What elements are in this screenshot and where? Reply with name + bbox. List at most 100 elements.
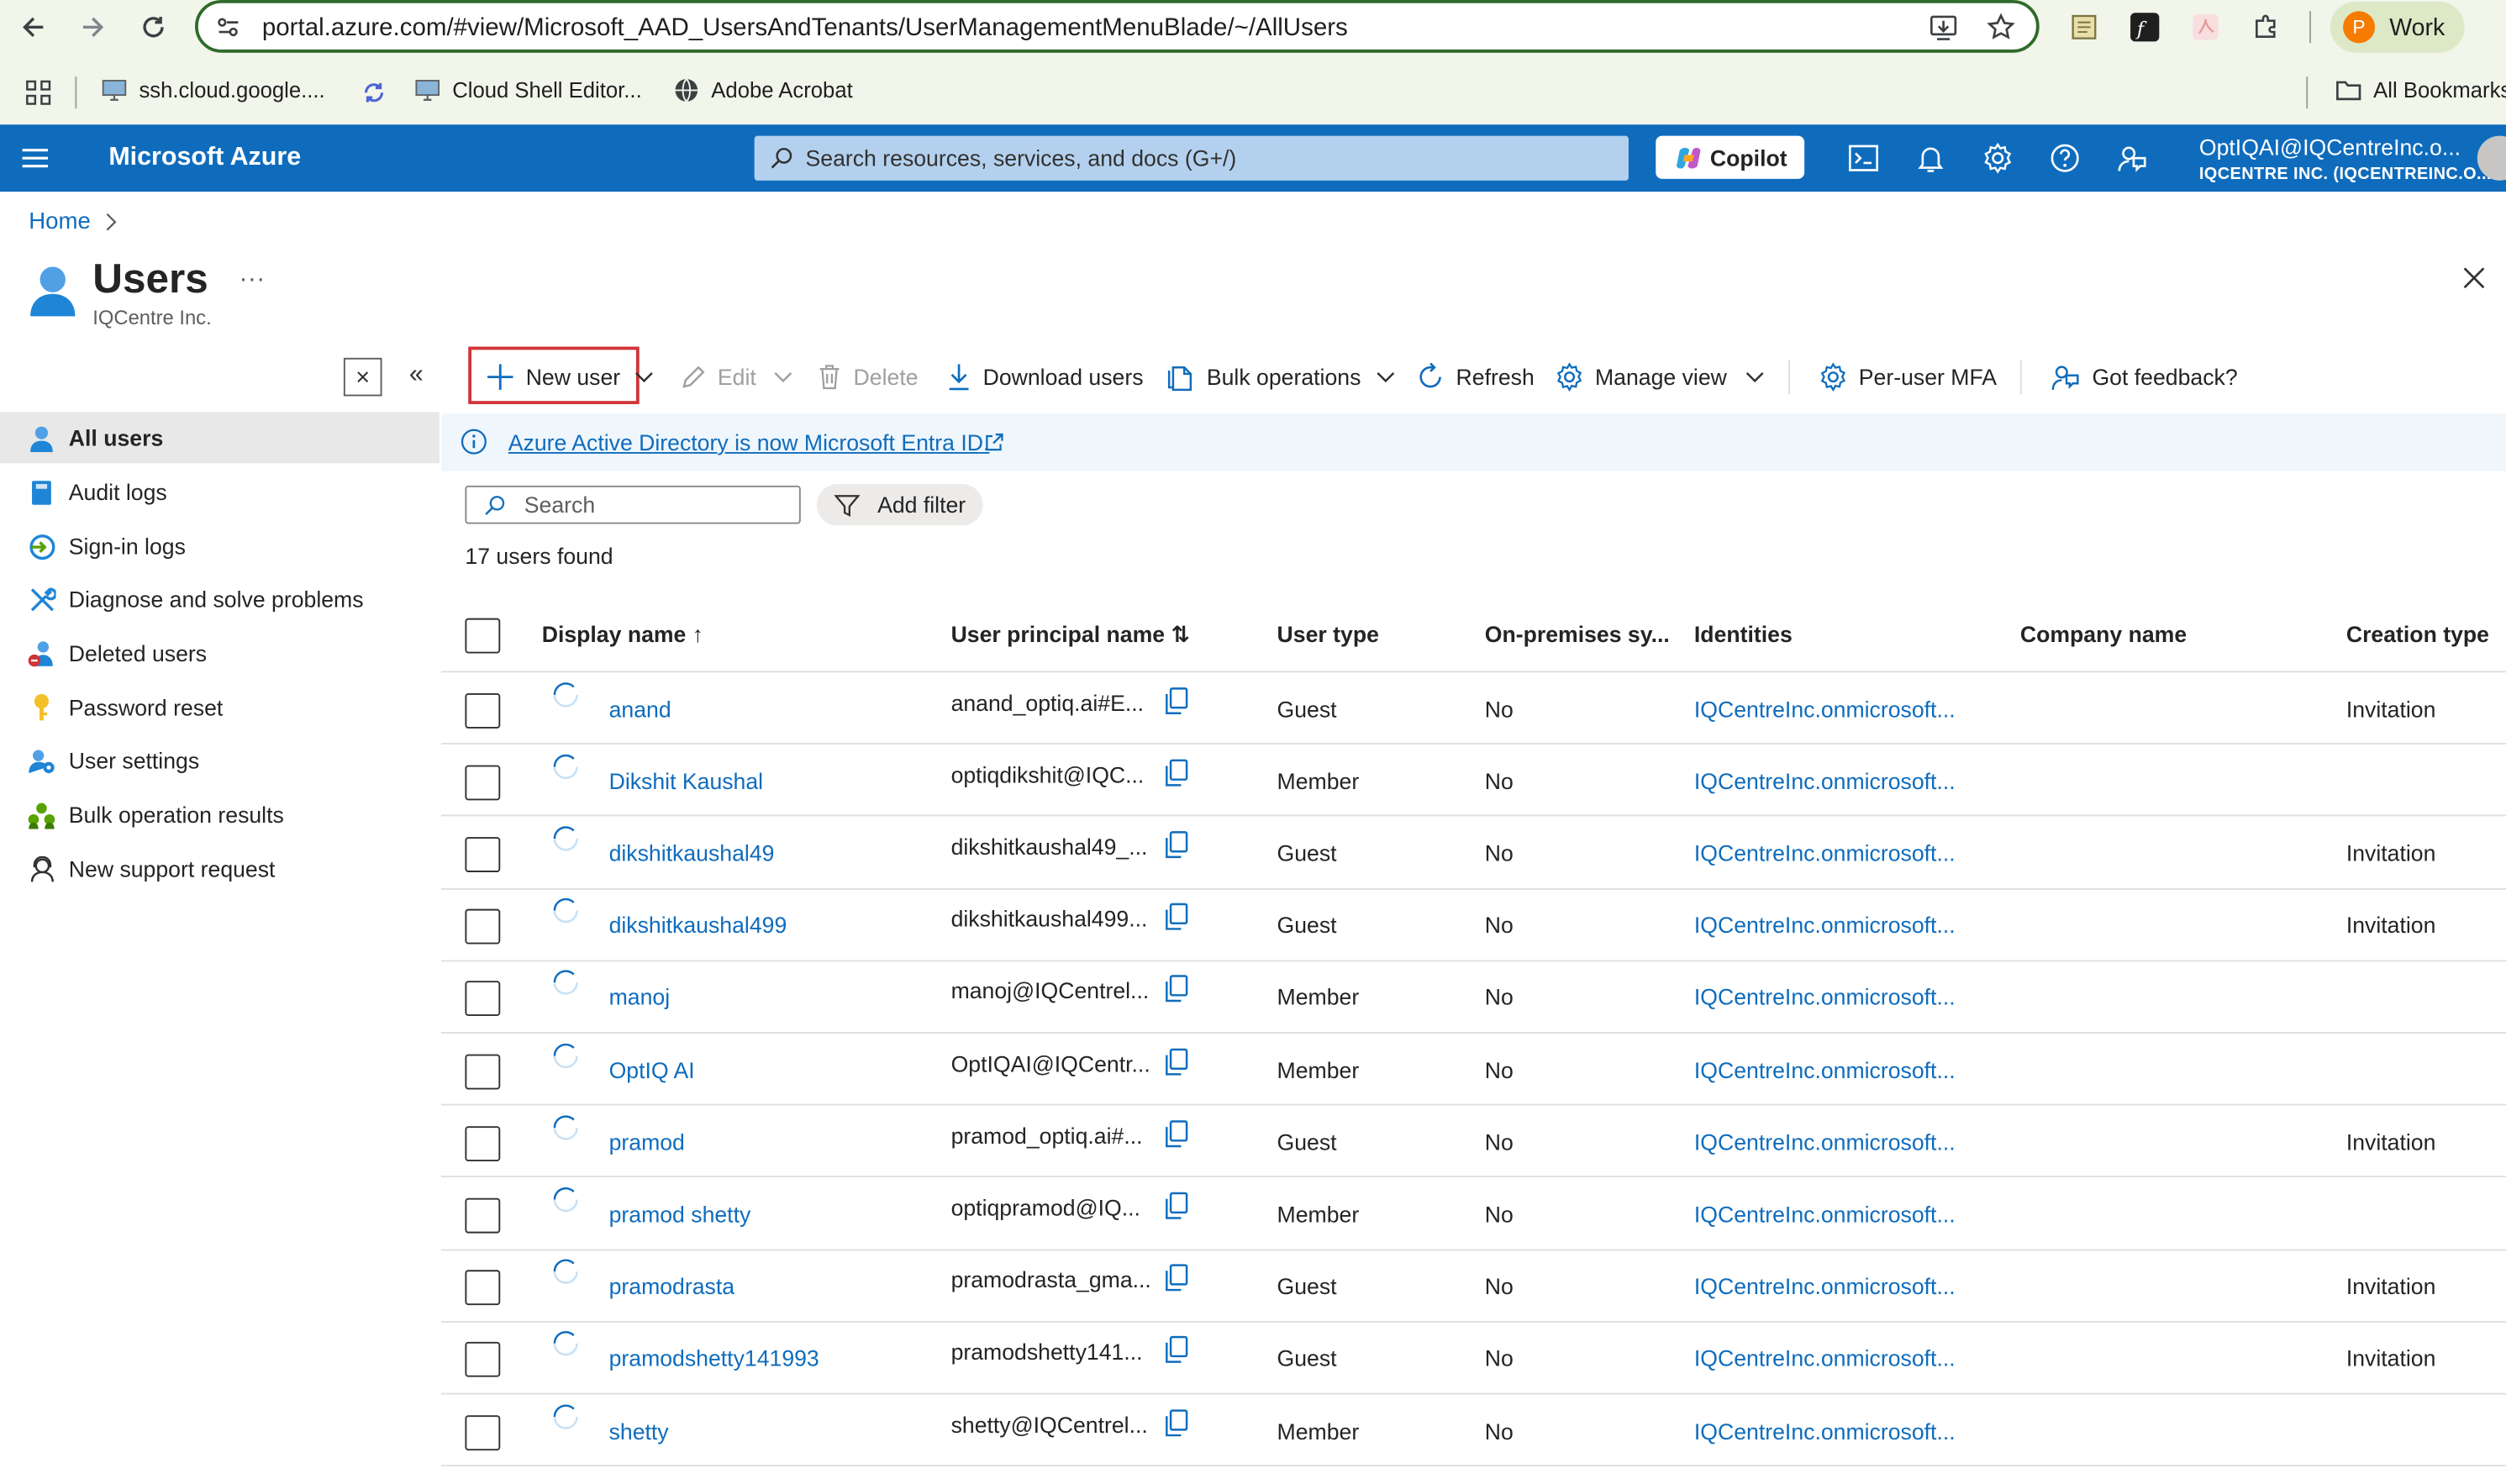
copy-icon[interactable] [1164, 831, 1189, 860]
user-display-name-link[interactable]: pramod shetty [609, 1202, 751, 1227]
bookmark-refresh-icon[interactable] [361, 80, 387, 105]
row-checkbox[interactable] [465, 1342, 501, 1378]
all-bookmarks-button[interactable]: All Bookmarks [2335, 76, 2506, 103]
feedback-person-icon[interactable] [2116, 142, 2148, 174]
refresh-button[interactable]: Refresh [1416, 361, 1535, 393]
entra-id-link[interactable]: Azure Active Directory is now Microsoft … [508, 429, 990, 455]
column-user-type[interactable]: User type [1277, 621, 1379, 646]
column-on-premises-sync[interactable]: On-premises sy... [1485, 621, 1670, 646]
got-feedback-button[interactable]: Got feedback? [2051, 361, 2238, 393]
profile-button[interactable]: P Work [2330, 1, 2465, 53]
user-display-name-link[interactable]: dikshitkaushal49 [609, 840, 775, 866]
sidebar-item-bulk-results[interactable]: Bulk operation results [0, 789, 440, 840]
row-checkbox[interactable] [465, 837, 501, 872]
address-bar[interactable]: portal.azure.com/#view/Microsoft_AAD_Use… [195, 0, 2040, 53]
user-display-name-link[interactable]: anand [609, 696, 671, 721]
user-search-box[interactable] [465, 485, 801, 524]
user-display-name-link[interactable]: pramodshetty141993 [609, 1345, 819, 1371]
identities-link[interactable]: IQCentreInc.onmicrosoft... [1694, 1057, 1956, 1082]
row-checkbox[interactable] [465, 692, 501, 729]
help-question-icon[interactable] [2049, 142, 2081, 174]
user-display-name-link[interactable]: pramodrasta [609, 1273, 734, 1298]
sidebar-item-password-reset[interactable]: Password reset [0, 682, 440, 734]
delete-button[interactable]: Delete [817, 361, 919, 393]
cloud-shell-icon[interactable] [1847, 142, 1879, 174]
user-display-name-link[interactable]: dikshitkaushal499 [609, 913, 787, 938]
identities-link[interactable]: IQCentreInc.onmicrosoft... [1694, 1129, 1956, 1155]
sidebar-item-deleted-users[interactable]: Deleted users [0, 628, 440, 679]
close-menu-icon[interactable] [343, 357, 382, 397]
copy-icon[interactable] [1164, 1264, 1189, 1292]
search-input[interactable] [524, 492, 781, 518]
copy-icon[interactable] [1164, 903, 1189, 931]
row-checkbox[interactable] [465, 1197, 501, 1234]
identities-link[interactable]: IQCentreInc.onmicrosoft... [1694, 696, 1956, 721]
copy-icon[interactable] [1164, 1336, 1189, 1365]
sidebar-item-all-users[interactable]: All users [0, 412, 440, 464]
row-checkbox[interactable] [465, 1053, 501, 1089]
add-filter-button[interactable]: Add filter [816, 484, 983, 526]
row-checkbox[interactable] [465, 981, 501, 1017]
notifications-bell-icon[interactable] [1914, 142, 1946, 174]
user-display-name-link[interactable]: manoj [609, 985, 671, 1010]
url-text[interactable]: portal.azure.com/#view/Microsoft_AAD_Use… [262, 14, 1348, 43]
new-user-button[interactable]: New user [486, 361, 654, 393]
column-display-name[interactable]: Display name ↑ [542, 621, 703, 646]
settings-gear-icon[interactable] [1982, 142, 2014, 174]
user-display-name-link[interactable]: shetty [609, 1418, 669, 1443]
account-organization[interactable]: IQCENTRE INC. (IQCENTREINC.O... [2199, 165, 2492, 184]
download-users-button[interactable]: Download users [946, 361, 1144, 393]
bookmark-ssh[interactable]: ssh.cloud.google.... [101, 76, 325, 103]
azure-brand[interactable]: Microsoft Azure [108, 144, 301, 172]
sidebar-item-sign-in-logs[interactable]: Sign-in logs [0, 521, 440, 572]
identities-link[interactable]: IQCentreInc.onmicrosoft... [1694, 1202, 1956, 1227]
sidebar-item-diagnose[interactable]: Diagnose and solve problems [0, 573, 440, 624]
bookmark-acrobat[interactable]: Adobe Acrobat [673, 76, 853, 103]
row-checkbox[interactable] [465, 909, 501, 945]
column-user-principal-name[interactable]: User principal name ⇅ [951, 621, 1190, 648]
close-blade-icon[interactable] [2461, 266, 2487, 291]
copy-icon[interactable] [1164, 1119, 1189, 1148]
global-search-placeholder[interactable]: Search resources, services, and docs (G+… [806, 145, 1237, 171]
user-display-name-link[interactable]: pramod [609, 1129, 685, 1155]
column-company-name[interactable]: Company name [2020, 621, 2187, 646]
manage-view-button[interactable]: Manage view [1555, 361, 1763, 393]
identities-link[interactable]: IQCentreInc.onmicrosoft... [1694, 1345, 1956, 1371]
row-checkbox[interactable] [465, 765, 501, 801]
copy-icon[interactable] [1164, 759, 1189, 787]
account-name[interactable]: OptIQAI@IQCentreInc.o... [2199, 134, 2461, 160]
sidebar-item-user-settings[interactable]: User settings [0, 734, 440, 786]
sidebar-item-audit-logs[interactable]: Audit logs [0, 466, 440, 518]
per-user-mfa-button[interactable]: Per-user MFA [1819, 361, 1997, 393]
global-search[interactable]: Search resources, services, and docs (G+… [754, 135, 1629, 181]
extension-notes-icon[interactable] [2066, 9, 2102, 45]
user-display-name-link[interactable]: Dikshit Kaushal [609, 768, 764, 793]
extensions-puzzle-icon[interactable] [2249, 9, 2284, 45]
copy-icon[interactable] [1164, 975, 1189, 1003]
user-display-name-link[interactable]: OptIQ AI [609, 1057, 695, 1082]
back-button[interactable] [13, 7, 54, 48]
identities-link[interactable]: IQCentreInc.onmicrosoft... [1694, 768, 1956, 793]
apps-grid-icon[interactable] [25, 80, 51, 105]
identities-link[interactable]: IQCentreInc.onmicrosoft... [1694, 985, 1956, 1010]
extension-formula-icon[interactable]: f [2127, 9, 2162, 45]
identities-link[interactable]: IQCentreInc.onmicrosoft... [1694, 913, 1956, 938]
bookmark-cloud-shell[interactable]: Cloud Shell Editor... [414, 76, 642, 103]
forward-button[interactable] [72, 7, 113, 48]
column-creation-type[interactable]: Creation type [2346, 621, 2489, 646]
edit-button[interactable]: Edit [679, 361, 792, 393]
reload-button[interactable] [133, 7, 174, 48]
sidebar-item-support[interactable]: New support request [0, 844, 440, 895]
copy-icon[interactable] [1164, 1408, 1189, 1437]
copy-icon[interactable] [1164, 1192, 1189, 1220]
row-checkbox[interactable] [465, 1414, 501, 1450]
copy-icon[interactable] [1164, 1047, 1189, 1076]
row-checkbox[interactable] [465, 1270, 501, 1306]
collapse-menu-icon[interactable]: « [409, 361, 424, 390]
select-all-checkbox[interactable] [465, 618, 501, 654]
copilot-button[interactable]: Copilot [1656, 135, 1805, 179]
column-identities[interactable]: Identities [1694, 621, 1793, 646]
bulk-operations-button[interactable]: Bulk operations [1166, 361, 1394, 393]
menu-hamburger-icon[interactable] [21, 147, 50, 170]
identities-link[interactable]: IQCentreInc.onmicrosoft... [1694, 1273, 1956, 1298]
